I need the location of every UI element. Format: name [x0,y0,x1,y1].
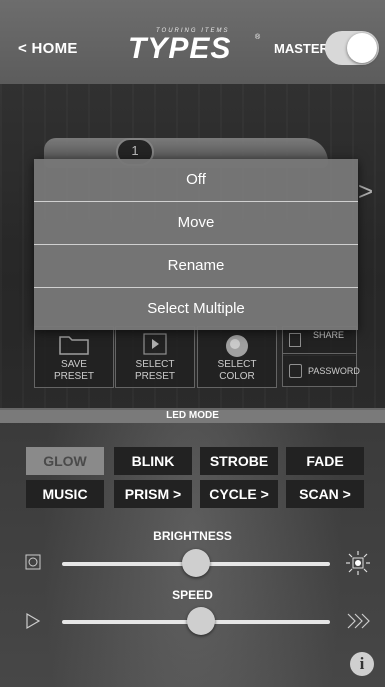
menu-item-rename[interactable]: Rename [34,245,358,288]
mode-blink-button[interactable]: BLINK [114,447,192,475]
led-mode-header: LED MODE [0,408,385,423]
menu-item-off[interactable]: Off [34,159,358,202]
app-screen: < HOME TOURING ITEMS TYPES ® MASTER 1 > … [0,0,385,687]
mode-scan-button[interactable]: SCAN > [286,480,364,508]
context-menu: Off Move Rename Select Multiple [34,159,358,330]
speed-label: SPEED [172,588,213,602]
brightness-high-icon [345,550,371,581]
master-label: MASTER [274,41,329,56]
mode-strobe-button[interactable]: STROBE [200,447,278,475]
menu-item-move[interactable]: Move [34,202,358,245]
brightness-low-icon [24,553,42,576]
toggle-knob [347,33,377,63]
info-icon[interactable]: i [350,652,374,676]
mode-fade-button[interactable]: FADE [286,447,364,475]
brand-registered-mark: ® [255,34,261,41]
header-bar: < HOME TOURING ITEMS TYPES ® MASTER [0,0,385,84]
speed-slow-icon [25,612,41,635]
home-button[interactable]: < HOME [18,40,78,57]
mode-prism-button[interactable]: PRISM > [114,480,192,508]
brand-name: TYPES [128,32,232,65]
brightness-label: BRIGHTNESS [153,529,232,543]
menu-item-select-multiple[interactable]: Select Multiple [34,288,358,330]
speed-fast-icon [346,612,372,635]
brightness-slider-thumb[interactable] [182,549,210,577]
speed-slider-thumb[interactable] [187,607,216,635]
mode-glow-button[interactable]: GLOW [26,447,104,475]
mode-cycle-button[interactable]: CYCLE > [200,480,278,508]
mode-music-button[interactable]: MUSIC [26,480,104,508]
master-toggle[interactable] [325,31,379,65]
brand-logo: TOURING ITEMS TYPES ® [128,28,262,65]
